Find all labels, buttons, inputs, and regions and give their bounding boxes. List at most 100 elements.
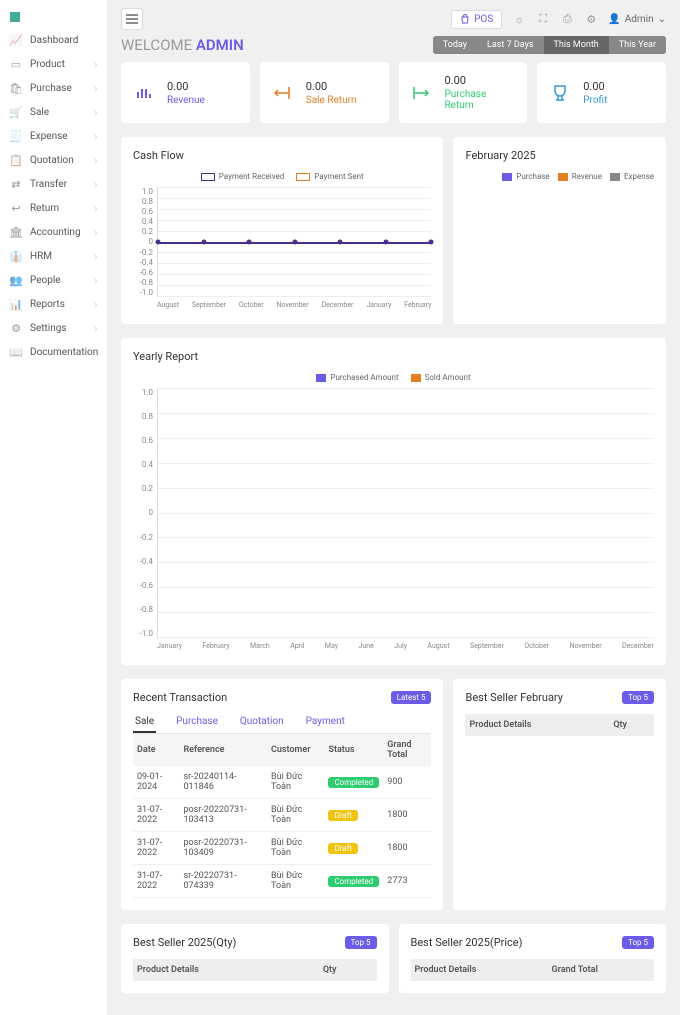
cell-customer: Bùi Đức Toàn: [267, 832, 324, 865]
table-row[interactable]: 09-01-2024sr-20240114-011846Bùi Đức Toàn…: [133, 766, 431, 799]
legend-expense: Expense: [610, 172, 654, 181]
sidebar-item-transfer[interactable]: ⇄Transfer›: [0, 172, 107, 196]
recent-title: Recent Transaction: [133, 691, 227, 704]
legend-purchased-amount: Purchased Amount: [316, 373, 398, 382]
pos-label: POS: [474, 14, 493, 25]
cell-total: 1800: [383, 832, 431, 865]
yearly-title: Yearly Report: [133, 350, 654, 363]
period-tabs: TodayLast 7 DaysThis MonthThis Year: [433, 36, 666, 54]
cell-customer: Bùi Đức Toàn: [267, 865, 324, 898]
printer-icon[interactable]: ⎙: [560, 12, 574, 26]
subtab-purchase[interactable]: Purchase: [174, 712, 220, 733]
kpi-value: 0.00: [445, 74, 516, 87]
tab-today[interactable]: Today: [433, 36, 477, 54]
cell-date: 31-07-2022: [133, 799, 179, 832]
fullscreen-icon[interactable]: ⛶: [536, 12, 550, 26]
february-card: February 2025 PurchaseRevenueExpense: [453, 137, 666, 324]
subtab-payment[interactable]: Payment: [304, 712, 347, 733]
chevron-right-icon: ›: [95, 132, 97, 141]
bs-col-product: Product Details: [411, 959, 548, 981]
nav-label: HRM: [30, 251, 95, 262]
kpi-label: Revenue: [167, 95, 205, 106]
reports-icon: 📊: [10, 298, 22, 310]
hamburger-button[interactable]: [121, 8, 143, 30]
col-customer: Customer: [267, 734, 324, 766]
nav-label: Transfer: [30, 179, 95, 190]
chevron-right-icon: ›: [95, 252, 97, 261]
kpi-revenue: 0.00 Revenue: [121, 62, 250, 123]
sidebar-item-accounting[interactable]: 🏛Accounting›: [0, 220, 107, 244]
chevron-right-icon: ›: [95, 300, 97, 309]
sidebar-item-people[interactable]: 👥People›: [0, 268, 107, 292]
kpi-label: Profit: [583, 95, 607, 106]
tab-this-year[interactable]: This Year: [609, 36, 666, 54]
february-title: February 2025: [465, 149, 654, 162]
kpi-value: 0.00: [306, 80, 357, 93]
kpi-purchase-return: 0.00Purchase Return: [399, 62, 528, 123]
nav-label: Expense: [30, 131, 95, 142]
kpi-value: 0.00: [167, 80, 205, 93]
cell-ref: sr-20220731-074339: [179, 865, 267, 898]
nav-label: Sale: [30, 107, 95, 118]
sidebar-item-purchase[interactable]: 🛍Purchase›: [0, 76, 107, 100]
subtab-sale[interactable]: Sale: [133, 712, 156, 733]
gear-icon[interactable]: ⚙: [584, 12, 598, 26]
bs-col-product: Product Details: [133, 959, 319, 981]
bs-feb-title: Best Seller February: [465, 691, 562, 704]
documentation-icon: 📖: [10, 346, 22, 358]
sidebar-item-settings[interactable]: ⚙ Settings›: [0, 316, 107, 340]
sidebar-item-hrm[interactable]: 👔HRM›: [0, 244, 107, 268]
chevron-right-icon: ›: [95, 180, 97, 189]
sidebar-item-dashboard[interactable]: 📈 Dashboard: [0, 28, 107, 52]
cashflow-card: Cash Flow Payment Received Payment Sent …: [121, 137, 443, 324]
cell-date: 31-07-2022: [133, 832, 179, 865]
sidebar-item-reports[interactable]: 📊Reports›: [0, 292, 107, 316]
bestseller-price-card: Best Seller 2025(Price) Top 5 Product De…: [399, 924, 667, 993]
table-row[interactable]: 31-07-2022posr-20220731-103409Bùi Đức To…: [133, 832, 431, 865]
nav-label: Settings: [30, 323, 95, 334]
chevron-right-icon: ›: [95, 324, 97, 333]
cell-total: 2773: [383, 865, 431, 898]
table-row[interactable]: 31-07-2022posr-20220731-103413Bùi Đức To…: [133, 799, 431, 832]
subtab-quotation[interactable]: Quotation: [238, 712, 286, 733]
topbar: POS ☼ ⛶ ⎙ ⚙ 👤 Admin ⌄: [121, 8, 666, 30]
nav-label: Dashboard: [30, 35, 97, 46]
sidebar-item-return[interactable]: ↩Return›: [0, 196, 107, 220]
sun-icon[interactable]: ☼: [512, 12, 526, 26]
profit-icon: [549, 82, 571, 104]
cell-customer: Bùi Đức Toàn: [267, 766, 324, 799]
status-badge: Draft: [328, 810, 358, 821]
accounting-icon: 🏛: [10, 226, 22, 238]
admin-dropdown[interactable]: 👤 Admin ⌄: [608, 14, 666, 25]
legend-revenue: Revenue: [558, 172, 602, 181]
user-icon: 👤: [608, 14, 620, 25]
bestseller-feb-card: Best Seller February Top 5 Product Detai…: [453, 679, 666, 910]
kpi-value: 0.00: [583, 80, 607, 93]
table-row[interactable]: 31-07-2022sr-20220731-074339Bùi Đức Toàn…: [133, 865, 431, 898]
bestseller-qty-card: Best Seller 2025(Qty) Top 5 Product Deta…: [121, 924, 389, 993]
chevron-right-icon: ›: [95, 156, 97, 165]
cell-ref: posr-20220731-103413: [179, 799, 267, 832]
cell-total: 900: [383, 766, 431, 799]
status-badge: Draft: [328, 843, 358, 854]
tab-this-month[interactable]: This Month: [544, 36, 609, 54]
cell-status: Completed: [324, 766, 383, 799]
cell-total: 1800: [383, 799, 431, 832]
sidebar-item-documentation[interactable]: 📖Documentation: [0, 340, 107, 364]
sidebar-item-sale[interactable]: 🛒Sale›: [0, 100, 107, 124]
sidebar-item-product[interactable]: ▭Product›: [0, 52, 107, 76]
sidebar-item-expense[interactable]: 🧾 Expense›: [0, 124, 107, 148]
dashboard-icon: 📈: [10, 34, 22, 46]
bs-col-product: Product Details: [465, 714, 609, 736]
status-badge: Completed: [328, 777, 379, 788]
sale-return-icon: [272, 82, 294, 104]
bag-icon: [460, 14, 470, 24]
chevron-right-icon: ›: [95, 84, 97, 93]
settings-icon: ⚙: [10, 322, 22, 334]
sidebar-item-quotation[interactable]: 📋Quotation›: [0, 148, 107, 172]
pos-button[interactable]: POS: [451, 10, 502, 29]
tab-last-7-days[interactable]: Last 7 Days: [477, 36, 544, 54]
kpi-sale-return: 0.00Sale Return: [260, 62, 389, 123]
chevron-right-icon: ›: [95, 228, 97, 237]
expense-icon: 🧾: [10, 130, 22, 142]
